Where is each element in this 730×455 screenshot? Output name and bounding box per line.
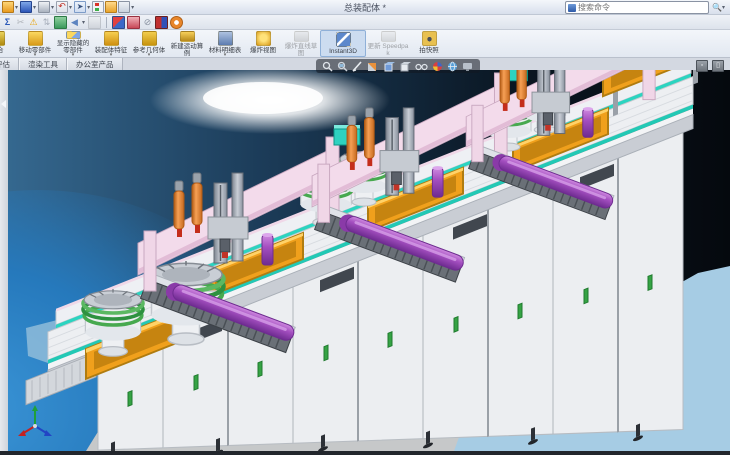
design-check-icon[interactable] <box>54 16 67 29</box>
edit-appearance-icon[interactable] <box>432 61 443 72</box>
display-style-icon[interactable] <box>399 61 411 72</box>
graphics-area[interactable] <box>8 70 730 451</box>
table-icon[interactable] <box>88 16 101 29</box>
ribbon-button-bill-of-materials[interactable]: 材料明细表 <box>206 30 244 57</box>
share-icon[interactable]: ◀ <box>69 17 80 28</box>
tab-evaluate[interactable]: 评估 <box>0 58 19 70</box>
reference-geometry-icon <box>142 31 157 46</box>
ribbon-button-take-snapshot[interactable]: 拍快照 <box>410 30 448 57</box>
secondary-toolbar: Σ ✂ ⚠ ⇅ ◀ ▾ ⊘ <box>0 15 730 30</box>
scene-light-core <box>203 82 323 114</box>
task-pane-collapse-icon[interactable]: ▫ <box>696 60 708 72</box>
select-cursor-icon[interactable]: ➤ <box>74 1 86 13</box>
previous-view-icon[interactable] <box>352 61 363 72</box>
print-icon[interactable] <box>38 1 50 13</box>
error-check-icon[interactable]: ⚠ <box>28 17 39 28</box>
compare-documents-icon[interactable] <box>155 16 168 29</box>
panel-expand-arrow-icon[interactable] <box>1 100 6 108</box>
save-icon[interactable] <box>20 1 32 13</box>
undo-icon[interactable]: ↶ <box>56 1 68 13</box>
task-pane-pin-icon[interactable]: ▯ <box>712 60 724 72</box>
assembly-3d-scene[interactable] <box>8 70 730 451</box>
ribbon-button-move-component[interactable]: 移动零部件 <box>16 30 54 57</box>
quick-access-toolbar: ▾ ▾ ▾ ↶▾ ➤▾ ▾ <box>0 1 135 13</box>
new-motion-study-icon <box>180 31 195 42</box>
search-caret-icon[interactable]: ▾ <box>722 4 725 11</box>
open-icon[interactable] <box>2 1 14 13</box>
apply-scene-icon[interactable] <box>447 61 458 72</box>
reorder-icon[interactable]: ⇅ <box>41 17 52 28</box>
no-section-icon[interactable]: ⊘ <box>142 17 153 28</box>
open-caret-icon[interactable]: ▾ <box>15 4 18 11</box>
equations-icon[interactable]: Σ <box>2 17 13 28</box>
zoom-to-fit-icon[interactable] <box>322 61 333 72</box>
motion-manager-icon[interactable] <box>127 16 140 29</box>
window-caret-icon[interactable]: ▾ <box>131 4 134 11</box>
share-caret-icon[interactable]: ▾ <box>82 19 85 26</box>
command-manager-ribbon: 配合 移动零部件 显示隐藏的零部件 装配体特征 参考几何体 新建运动算例 材料明… <box>0 30 730 58</box>
mate-icon <box>0 31 5 46</box>
move-component-icon <box>28 31 43 46</box>
status-strip <box>0 451 730 455</box>
scene-settings-icon[interactable] <box>170 16 183 29</box>
save-caret-icon[interactable]: ▾ <box>33 4 36 11</box>
explode-line-sketch-icon <box>294 31 309 42</box>
tab-office-products[interactable]: 办公室产品 <box>67 58 123 70</box>
task-pane-buttons: ▫ ▯ <box>696 60 724 72</box>
take-snapshot-icon <box>422 31 437 46</box>
ribbon-button-assembly-features[interactable]: 装配体特征 <box>92 30 130 57</box>
command-search[interactable] <box>565 1 709 14</box>
view-orientation-icon[interactable] <box>383 61 395 72</box>
section-view-icon[interactable] <box>367 61 379 72</box>
instant3d-icon <box>336 32 351 47</box>
ribbon-button-instant3d[interactable]: Instant3D <box>320 30 366 57</box>
file-properties-icon[interactable] <box>105 1 117 13</box>
update-speedpak-icon <box>381 31 396 42</box>
show-hidden-components-icon <box>66 31 81 39</box>
ribbon-button-show-hidden-components[interactable]: 显示隐藏的零部件 <box>54 30 92 57</box>
solidworks-window: { "window": { "title": "总装配体 *" }, "sear… <box>0 0 730 455</box>
window-display-icon[interactable] <box>118 1 130 13</box>
tab-render-tools[interactable]: 渲染工具 <box>19 58 67 70</box>
search-magnifier-icon[interactable]: 🔍 <box>712 3 722 12</box>
toolbar-separator <box>106 17 107 28</box>
trim-icon[interactable]: ✂ <box>15 17 26 28</box>
ribbon-button-mate[interactable]: 配合 <box>0 30 16 57</box>
heads-up-view-toolbar <box>316 59 480 73</box>
render-flag-icon[interactable] <box>112 16 125 29</box>
ribbon-button-update-speedpak[interactable]: 更新 Speedpak <box>366 30 410 57</box>
select-caret-icon[interactable]: ▾ <box>87 4 90 11</box>
zoom-to-area-icon[interactable] <box>337 61 348 72</box>
bill-of-materials-icon <box>218 31 233 46</box>
view-settings-icon[interactable] <box>462 61 474 72</box>
undo-caret-icon[interactable]: ▾ <box>69 4 72 11</box>
assembly-features-icon <box>104 31 119 46</box>
hide-show-items-icon[interactable] <box>415 61 428 72</box>
exploded-view-icon <box>256 31 271 46</box>
title-bar: ▾ ▾ ▾ ↶▾ ➤▾ ▾ 总装配体 * 🔍 ▾ <box>0 0 730 15</box>
print-caret-icon[interactable]: ▾ <box>51 4 54 11</box>
search-input[interactable] <box>578 3 706 13</box>
ribbon-button-reference-geometry[interactable]: 参考几何体 <box>130 30 168 57</box>
rebuild-icon[interactable] <box>92 1 104 13</box>
ribbon-button-new-motion-study[interactable]: 新建运动算例 <box>168 30 206 57</box>
search-doc-icon <box>568 4 576 12</box>
ribbon-button-exploded-view[interactable]: 爆炸视图 <box>244 30 282 57</box>
ribbon-button-explode-line-sketch[interactable]: 爆炸直线草图 <box>282 30 320 57</box>
